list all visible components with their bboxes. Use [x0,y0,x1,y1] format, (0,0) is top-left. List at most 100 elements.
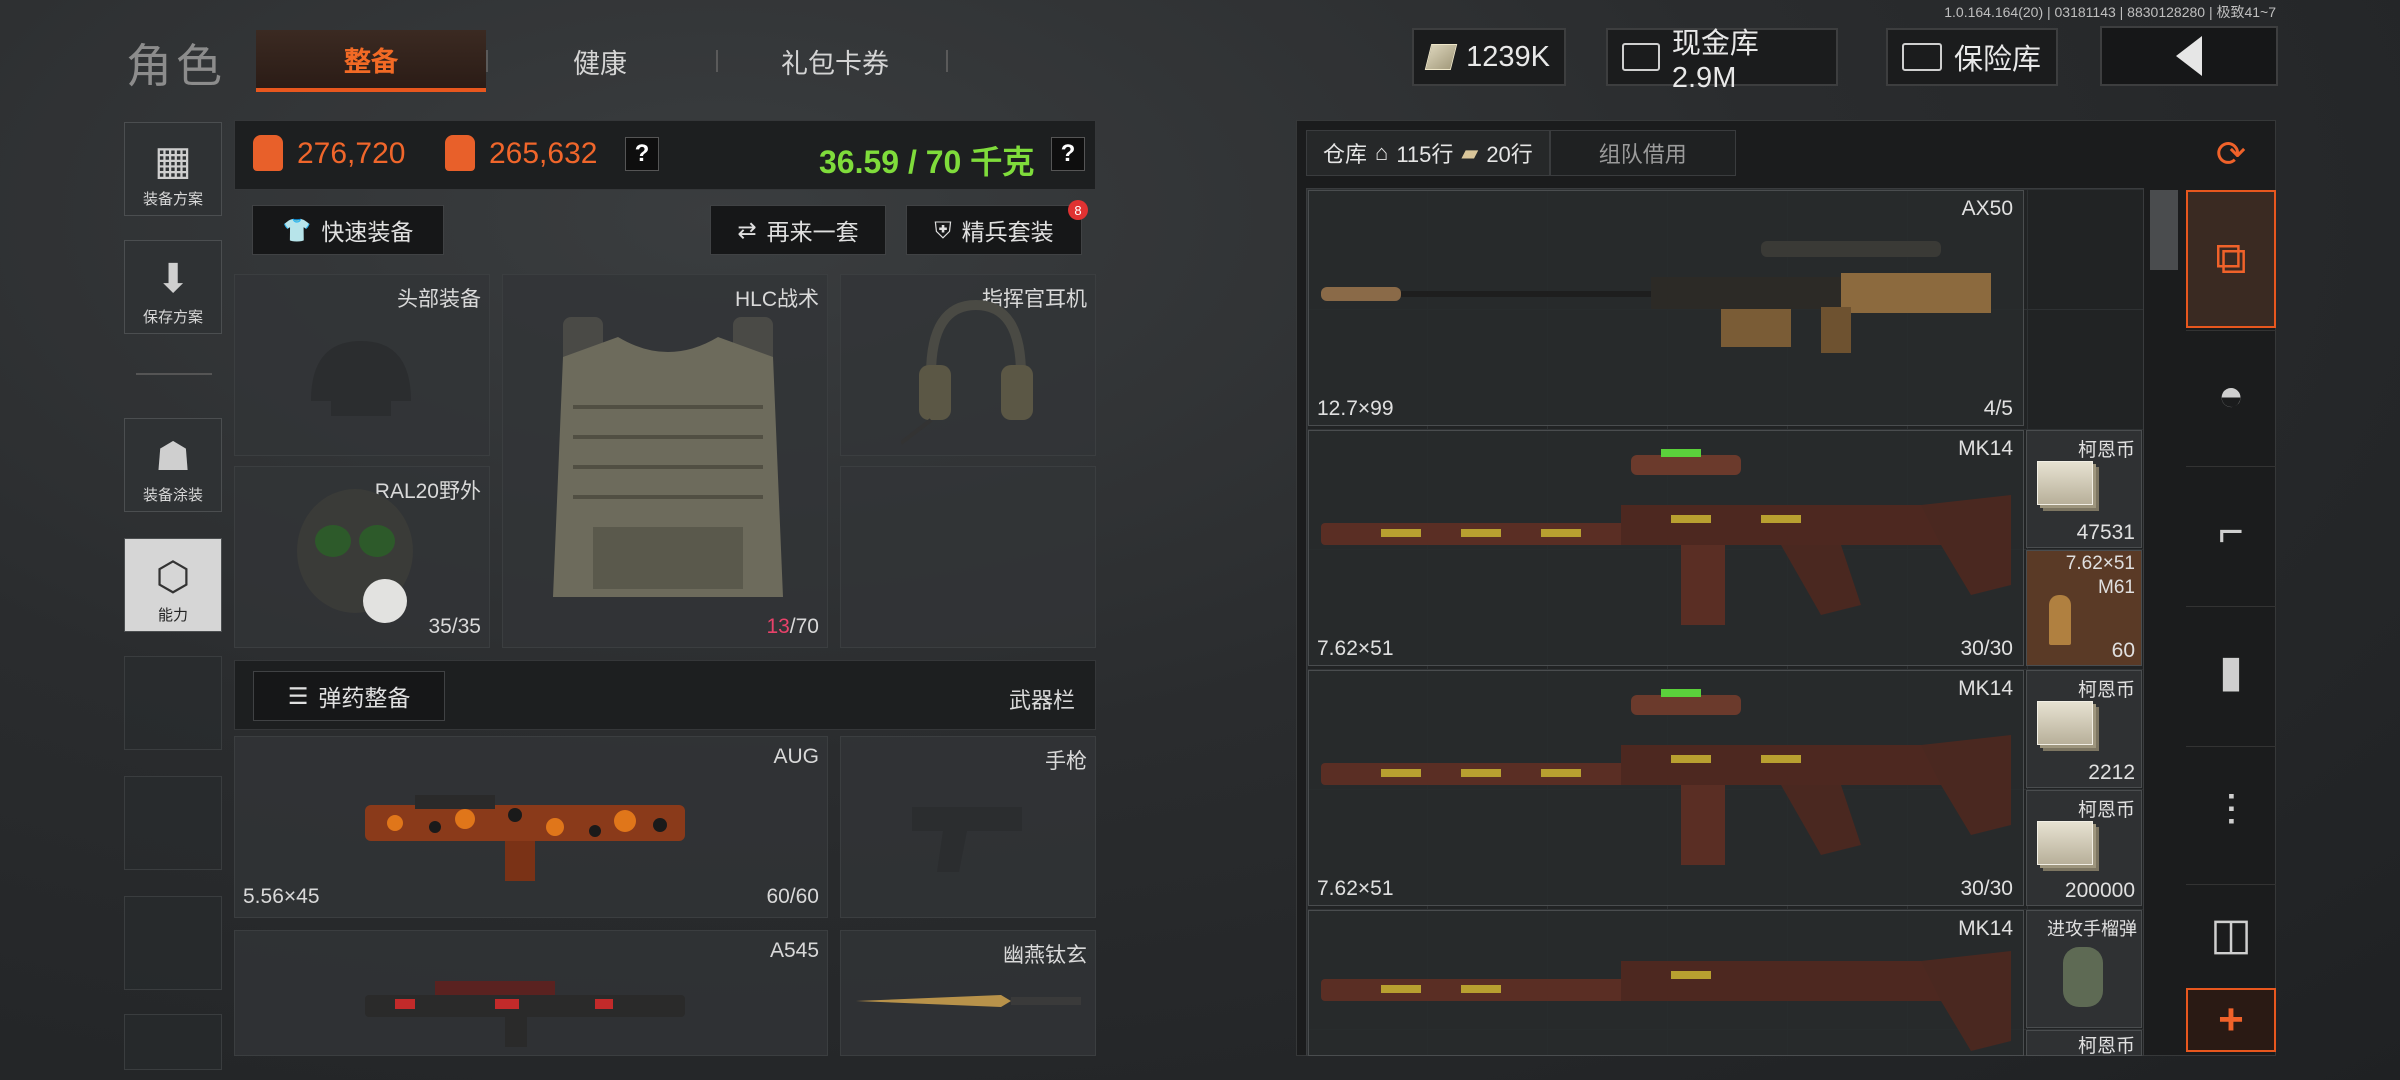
warehouse-tabs: 仓库 ⌂ 115行 ▰ 20行 组队借用 [1306,130,1736,176]
tab-gift-coupons[interactable]: 礼包卡券 [720,30,950,92]
secondary-weapon-slot[interactable]: A545 [234,930,828,1056]
safe-button[interactable]: 保险库 [1886,28,2058,86]
category-ammo[interactable]: ⫶ [2186,746,2276,876]
carry-value: 276,720 [297,137,406,170]
mask-durability: 35/35 [428,615,481,638]
ammo-equip-button[interactable]: ☰ 弹药整备 [253,671,445,721]
shirt-icon: 👕 [282,216,312,243]
ability-icon: ⬡ [155,555,191,599]
armor-durability: 13/70 [766,615,819,639]
primary-weapon-slot[interactable]: AUG 5.56×45 60/60 [234,736,828,918]
refresh-icon: ⟳ [2215,133,2247,174]
coin-item[interactable]: 柯恩币 47531 [2026,430,2142,548]
home-icon: ⌂ [1375,140,1389,165]
sidebar-item-ability[interactable]: ⬡ 能力 [124,538,222,632]
category-all[interactable]: ⧉ [2186,190,2276,328]
aug-rifle-image [365,795,685,881]
weapon-card-mk14[interactable]: MK14 7.62×51 30/30 [1308,430,2024,666]
melee-weapon-name: 幽燕钛玄 [1003,944,1087,967]
grenade-item[interactable]: 进攻手榴弹 [2026,910,2142,1028]
primary-weapon-caliber: 5.56×45 [243,885,320,908]
add-button[interactable]: + [2186,988,2276,1052]
cash-stack-icon [2037,461,2093,505]
tab-warehouse[interactable]: 仓库 ⌂ 115行 ▰ 20行 [1306,130,1550,176]
quick-equip-button[interactable]: 👕 快速装备 [252,205,444,255]
elite-set-button[interactable]: ⛨ 精兵套装 [906,205,1082,255]
category-helmet[interactable]: ◓ [2186,330,2276,460]
helmet-placeholder-icon [311,341,411,416]
category-rifle[interactable]: ⌐ [2186,466,2276,596]
vest-icon: ▦ [154,139,192,183]
weight-display: 36.59 / 70 千克 [819,144,1035,180]
vault-button[interactable]: 现金库 2.9M [1606,28,1838,94]
category-magazine[interactable]: ▮ [2186,606,2276,736]
value-help-button[interactable]: ? [625,137,659,171]
secondary-weapon-name: A545 [769,939,819,962]
armor-durability-current: 13 [766,615,790,638]
sidebar-item-label: 装备涂装 [142,487,203,504]
weapon-card-mk14[interactable]: MK14 7.62×51 30/30 [1308,670,2024,906]
sidebar-item-loadout-plan[interactable]: ▦ 装备方案 [124,122,222,216]
mk14-rifle-image [1321,951,2011,1051]
pistol-slot[interactable]: 手枪 [840,736,1096,918]
coin-item[interactable]: 柯恩币 2212 [2026,670,2142,788]
item-name: 柯恩币 [2077,1036,2135,1057]
scope-icon: ◫ [2210,910,2252,959]
another-set-label: 再来一套 [766,219,859,245]
mask-slot[interactable]: RAL20野外 35/35 [234,466,490,648]
ticket-icon: ▰ [1461,140,1479,165]
sidebar-empty-slot [124,1014,222,1070]
item-name: 柯恩币 [2077,800,2135,821]
safe-icon [1902,43,1942,71]
melee-slot[interactable]: 幽燕钛玄 [840,930,1096,1056]
headset-slot[interactable]: 指挥官耳机 [840,274,1096,456]
ammo-item[interactable]: 7.62×51 M61 60 [2026,550,2142,666]
tab-equip[interactable]: 整备 [256,30,486,92]
category-refresh[interactable]: ⟳ [2186,122,2276,186]
back-button[interactable] [2100,26,2278,86]
weight-help-button[interactable]: ? [1051,137,1085,171]
item-name: 7.62×51 [2065,553,2135,574]
warehouse-scrollbar[interactable] [2150,190,2178,270]
weapon-card-ax50[interactable]: AX50 12.7×99 4/5 [1308,190,2024,426]
sidebar-item-label: 能力 [157,607,188,624]
gas-mask-image [297,489,413,623]
empty-equip-slot[interactable] [840,466,1096,648]
rifle-icon: ⌐ [2218,506,2244,556]
safe-label: 保险库 [1954,44,2042,76]
grenade-icon [2063,947,2103,1007]
coin-item[interactable]: 柯恩币 [2026,1030,2142,1057]
ax50-rifle-image [1321,241,1991,353]
page-title: 角色 [126,40,226,92]
tab-health[interactable]: 健康 [490,30,710,92]
sidebar-item-paint[interactable]: ☗ 装备涂装 [124,418,222,512]
vault-label: 现金库 2.9M [1671,27,1759,94]
head-slot-label: 头部装备 [397,288,481,311]
pistol-placeholder-icon [912,807,1022,872]
backpack-value-icon [253,135,283,171]
weapon-card-name: AX50 [1961,197,2013,220]
stack-icon: ⧉ [2215,234,2247,283]
weapon-card-name: MK14 [1958,917,2013,940]
helmet-icon: ◓ [2217,370,2245,420]
cash-stack-icon [2037,701,2093,745]
weapon-card-caliber: 7.62×51 [1317,877,1394,900]
weapon-card-mk14[interactable]: MK14 [1308,910,2024,1056]
another-set-button[interactable]: ⇄ 再来一套 [710,205,886,255]
sidebar-empty-slot [124,896,222,990]
tab-team-borrow[interactable]: 组队借用 [1549,130,1736,176]
mk14-rifle-image [1321,449,2011,625]
ammo-bar: ☰ 弹药整备 武器栏 [234,660,1096,730]
head-slot[interactable]: 头部装备 [234,274,490,456]
sidebar-divider [136,373,212,375]
tab-divider [486,50,488,72]
armor-slot[interactable]: HLC战术 13/70 [502,274,828,648]
category-attachment[interactable]: ◫ [2186,884,2276,984]
vault-icon [1622,43,1660,71]
coin-item[interactable]: 柯恩币 200000 [2026,790,2142,906]
sidebar-item-save-plan[interactable]: ⬇ 保存方案 [124,240,222,334]
ammo-list-icon: ☰ [287,682,309,709]
weapon-bar-label: 武器栏 [1008,688,1075,713]
weapon-card-caliber: 12.7×99 [1317,397,1394,420]
sidebar-item-label: 保存方案 [142,309,203,326]
